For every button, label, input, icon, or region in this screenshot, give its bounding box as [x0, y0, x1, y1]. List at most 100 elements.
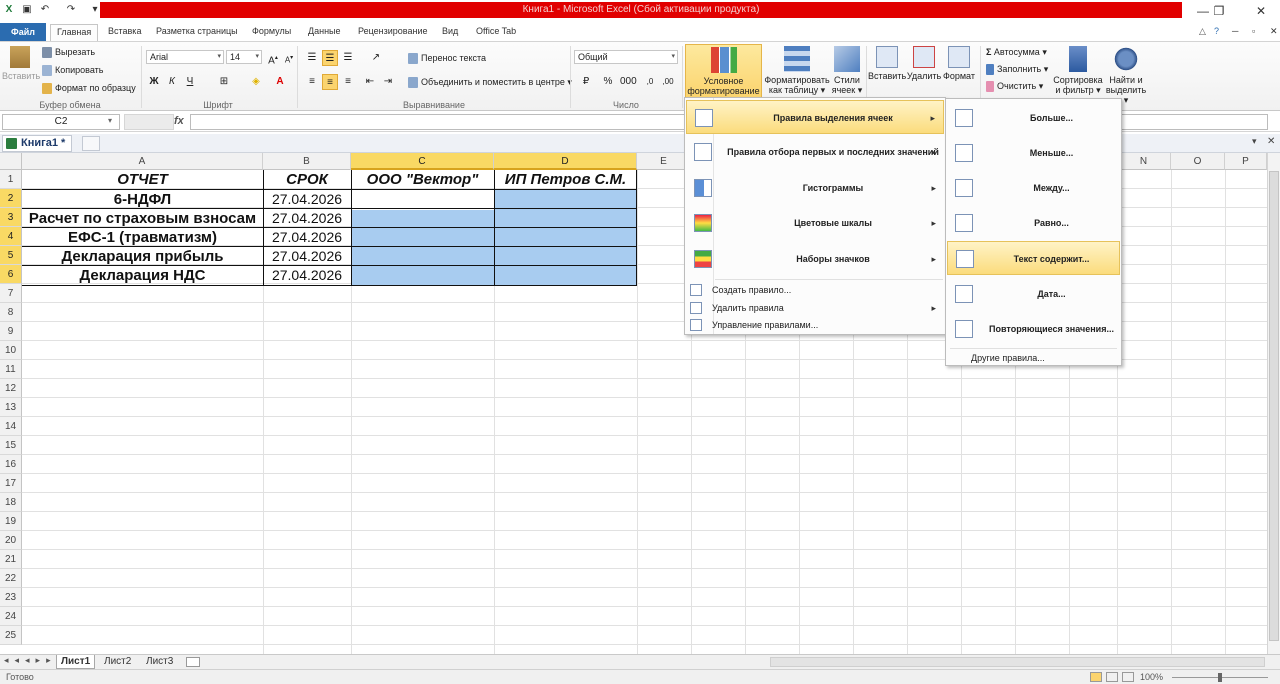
submenu-item-text-contains[interactable]: Текст содержит...: [947, 241, 1120, 275]
row-header[interactable]: 2: [0, 189, 22, 208]
workbook-minimize-icon[interactable]: ─: [1226, 24, 1244, 41]
tab-file[interactable]: Файл: [0, 23, 46, 41]
grow-font-icon[interactable]: A▴: [265, 50, 281, 66]
row-header[interactable]: 4: [0, 227, 22, 246]
underline-button[interactable]: Ч: [182, 74, 198, 90]
submenu-item-less-than[interactable]: Меньше...: [947, 136, 1120, 170]
cell-b6[interactable]: 27.04.2026: [263, 266, 351, 285]
zoom-slider-thumb[interactable]: [1218, 673, 1222, 682]
cell-a4[interactable]: ЕФС-1 (травматизм): [22, 228, 263, 247]
menu-item-new-rule[interactable]: Создать правило...: [686, 281, 944, 299]
row-header[interactable]: 19: [0, 512, 22, 531]
column-header[interactable]: C: [351, 153, 494, 170]
menu-item-icon-sets[interactable]: Наборы значков ▸: [686, 242, 944, 276]
orientation-icon[interactable]: ↗: [368, 50, 384, 66]
row-header[interactable]: 7: [0, 284, 22, 303]
insert-cells-button[interactable]: Вставить: [868, 44, 906, 98]
fill-button[interactable]: Заполнить ▾: [986, 62, 1048, 76]
row-header[interactable]: 11: [0, 360, 22, 379]
copy-button[interactable]: Копировать: [42, 63, 103, 77]
close-button[interactable]: ✕: [1246, 3, 1276, 19]
vertical-scroll-thumb[interactable]: [1269, 171, 1279, 641]
delete-cells-button[interactable]: Удалить: [906, 44, 942, 98]
page-break-view-icon[interactable]: [1122, 672, 1134, 682]
sheet-tab-1[interactable]: Лист1: [56, 655, 96, 669]
horizontal-scrollbar[interactable]: [770, 657, 1265, 667]
tab-view[interactable]: Вид: [436, 24, 464, 41]
align-middle-icon[interactable]: ☰: [322, 50, 338, 66]
row-header[interactable]: 20: [0, 531, 22, 550]
cell-styles-button[interactable]: Стили ячеек ▾: [830, 44, 864, 98]
normal-view-icon[interactable]: [1090, 672, 1102, 682]
column-header[interactable]: P: [1225, 153, 1267, 170]
tab-close-icon[interactable]: ✕: [1267, 136, 1275, 147]
tab-formulas[interactable]: Формулы: [246, 24, 297, 41]
row-header[interactable]: 9: [0, 322, 22, 341]
column-header[interactable]: N: [1117, 153, 1171, 170]
conditional-formatting-button[interactable]: Условное форматирование ▾: [685, 44, 762, 106]
cell-a5[interactable]: Декларация прибыль: [22, 247, 263, 266]
sort-filter-button[interactable]: Сортировка и фильтр ▾: [1050, 44, 1106, 98]
format-painter-button[interactable]: Формат по образцу: [42, 81, 136, 95]
font-color-icon[interactable]: A: [272, 74, 288, 90]
vertical-scrollbar[interactable]: [1267, 153, 1280, 654]
cell-a6[interactable]: Декларация НДС: [22, 266, 263, 285]
row-header[interactable]: 16: [0, 455, 22, 474]
select-all-button[interactable]: [0, 153, 22, 170]
row-header[interactable]: 24: [0, 607, 22, 626]
tab-data[interactable]: Данные: [302, 24, 347, 41]
find-select-button[interactable]: Найти и выделить ▾: [1104, 44, 1148, 105]
submenu-item-equal-to[interactable]: Равно...: [947, 206, 1120, 240]
italic-button[interactable]: К: [164, 74, 180, 90]
new-tab-button[interactable]: [82, 136, 100, 151]
align-center-icon[interactable]: ≡: [322, 74, 338, 90]
cell-a2[interactable]: 6-НДФЛ: [22, 190, 263, 209]
align-bottom-icon[interactable]: ☰: [340, 50, 356, 66]
align-right-icon[interactable]: ≡: [340, 74, 356, 90]
page-layout-view-icon[interactable]: [1106, 672, 1118, 682]
help-icon[interactable]: ?: [1208, 24, 1225, 41]
row-header[interactable]: 10: [0, 341, 22, 360]
align-top-icon[interactable]: ☰: [304, 50, 320, 66]
format-as-table-button[interactable]: Форматировать как таблицу ▾: [764, 44, 830, 98]
wrap-text-button[interactable]: Перенос текста: [408, 51, 486, 65]
workbook-close-icon[interactable]: ✕: [1264, 24, 1280, 41]
percent-icon[interactable]: %: [600, 74, 616, 90]
format-cells-button[interactable]: Формат: [942, 44, 976, 98]
column-header[interactable]: E: [637, 153, 691, 170]
cell-b2[interactable]: 27.04.2026: [263, 190, 351, 209]
submenu-item-greater-than[interactable]: Больше...: [947, 101, 1120, 135]
submenu-item-duplicate-values[interactable]: Повторяющиеся значения...: [947, 312, 1120, 346]
cell-b4[interactable]: 27.04.2026: [263, 228, 351, 247]
shrink-font-icon[interactable]: A▾: [281, 50, 297, 66]
sheet-tab-3[interactable]: Лист3: [142, 655, 177, 669]
row-header[interactable]: 25: [0, 626, 22, 645]
fill-color-icon[interactable]: ◈: [248, 74, 264, 90]
row-header[interactable]: 22: [0, 569, 22, 588]
menu-item-highlight-cells-rules[interactable]: Правила выделения ячеек ▸: [686, 100, 944, 134]
menu-item-clear-rules[interactable]: Удалить правила ▸: [686, 299, 944, 317]
restore-button[interactable]: ❐: [1204, 3, 1234, 19]
row-header[interactable]: 21: [0, 550, 22, 569]
row-header[interactable]: 1: [0, 170, 22, 189]
currency-icon[interactable]: ₽: [578, 74, 594, 90]
workbook-tab[interactable]: Книга1 *: [2, 135, 73, 152]
tab-office-tab[interactable]: Office Tab: [470, 24, 522, 41]
insert-function-button[interactable]: fx: [174, 115, 184, 127]
row-header[interactable]: 17: [0, 474, 22, 493]
tab-review[interactable]: Рецензирование: [352, 24, 434, 41]
row-header[interactable]: 5: [0, 246, 22, 265]
row-header[interactable]: 13: [0, 398, 22, 417]
redo-icon[interactable]: ↷: [64, 3, 78, 17]
decrease-indent-icon[interactable]: ⇤: [362, 74, 378, 90]
increase-decimal-icon[interactable]: ,0: [642, 74, 658, 90]
menu-item-top-bottom-rules[interactable]: Правила отбора первых и последних значен…: [686, 135, 944, 169]
name-box[interactable]: C2: [2, 114, 120, 130]
row-header[interactable]: 14: [0, 417, 22, 436]
cell-b3[interactable]: 27.04.2026: [263, 209, 351, 228]
tab-page-layout[interactable]: Разметка страницы: [150, 24, 244, 41]
insert-sheet-icon[interactable]: [186, 657, 200, 667]
cell-a1[interactable]: ОТЧЕТ: [22, 170, 263, 189]
tab-home[interactable]: Главная: [50, 24, 99, 41]
menu-item-manage-rules[interactable]: Управление правилами...: [686, 316, 944, 334]
